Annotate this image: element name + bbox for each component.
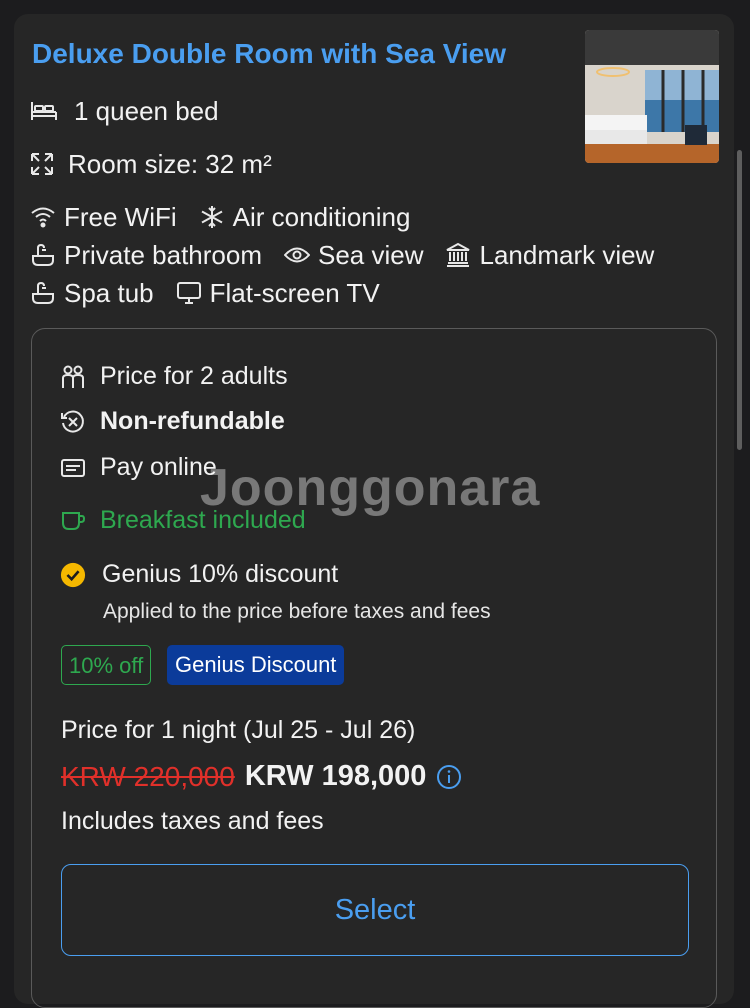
facility-label: Landmark view	[479, 240, 655, 270]
current-price: KRW 198,000	[244, 760, 427, 792]
payment-row: Pay online	[60, 453, 217, 482]
guests-row: Price for 2 adults	[60, 362, 288, 391]
facilities-row-3: Spa tub Flat-screen TV	[30, 277, 402, 309]
facility-label: Spa tub	[64, 278, 154, 308]
select-button[interactable]: Select	[61, 864, 689, 956]
tax-note: Includes taxes and fees	[61, 807, 324, 835]
bath-icon	[30, 242, 56, 268]
bed-label: 1 queen bed	[74, 96, 219, 126]
discount-badge: 10% off	[61, 645, 152, 685]
facility-item: Air conditioning	[199, 201, 411, 233]
room-size-label: Room size: 32 m²	[68, 149, 272, 179]
bed-info: 1 queen bed	[30, 95, 219, 127]
people-icon	[60, 364, 86, 390]
watermark: Joonggonara	[200, 459, 541, 517]
check-circle-icon	[60, 562, 86, 588]
room-photo[interactable]	[585, 30, 719, 163]
facility-item: Spa tub	[30, 277, 154, 309]
facility-label: Flat-screen TV	[209, 278, 380, 308]
info-icon[interactable]	[436, 764, 462, 790]
original-price: KRW 220,000	[61, 760, 235, 792]
facility-label: Air conditioning	[232, 202, 411, 232]
coffee-cup-icon	[60, 508, 86, 534]
facility-label: Free WiFi	[64, 202, 177, 232]
room-size-info: Room size: 32 m²	[28, 148, 272, 180]
refund-row: Non-refundable	[60, 407, 285, 436]
genius-row: Genius 10% discount	[60, 560, 338, 589]
tub-icon	[30, 280, 56, 306]
price-label: Price for 1 night (Jul 25 - Jul 26)	[61, 716, 416, 744]
facilities-row-2: Private bathroom Sea view Landmark view	[30, 239, 676, 271]
guests-label: Price for 2 adults	[100, 362, 288, 390]
facilities-row-1: Free WiFi Air conditioning	[30, 201, 432, 233]
landmark-icon	[445, 242, 471, 268]
refund-label: Non-refundable	[100, 407, 285, 435]
card-icon	[60, 455, 86, 481]
facility-label: Sea view	[317, 240, 424, 270]
facility-label: Private bathroom	[64, 240, 262, 270]
tv-icon	[176, 280, 202, 306]
no-refund-icon	[60, 409, 86, 435]
eye-icon	[283, 242, 310, 268]
genius-note: Applied to the price before taxes and fe…	[103, 600, 491, 623]
room-title[interactable]: Deluxe Double Room with Sea View	[32, 34, 572, 74]
genius-label: Genius 10% discount	[102, 560, 339, 588]
facility-item: Sea view	[283, 239, 424, 271]
facility-item: Landmark view	[445, 239, 654, 271]
price-row: KRW 220,000 KRW 198,000	[61, 760, 462, 793]
facility-item: Free WiFi	[30, 201, 177, 233]
scrollbar[interactable]	[737, 150, 742, 450]
genius-badge: Genius Discount	[167, 645, 345, 685]
bed-icon	[30, 97, 58, 125]
wifi-icon	[30, 204, 56, 230]
facility-item: Private bathroom	[30, 239, 262, 271]
facility-item: Flat-screen TV	[176, 277, 380, 309]
resize-icon	[28, 150, 56, 178]
snowflake-icon	[199, 204, 225, 230]
